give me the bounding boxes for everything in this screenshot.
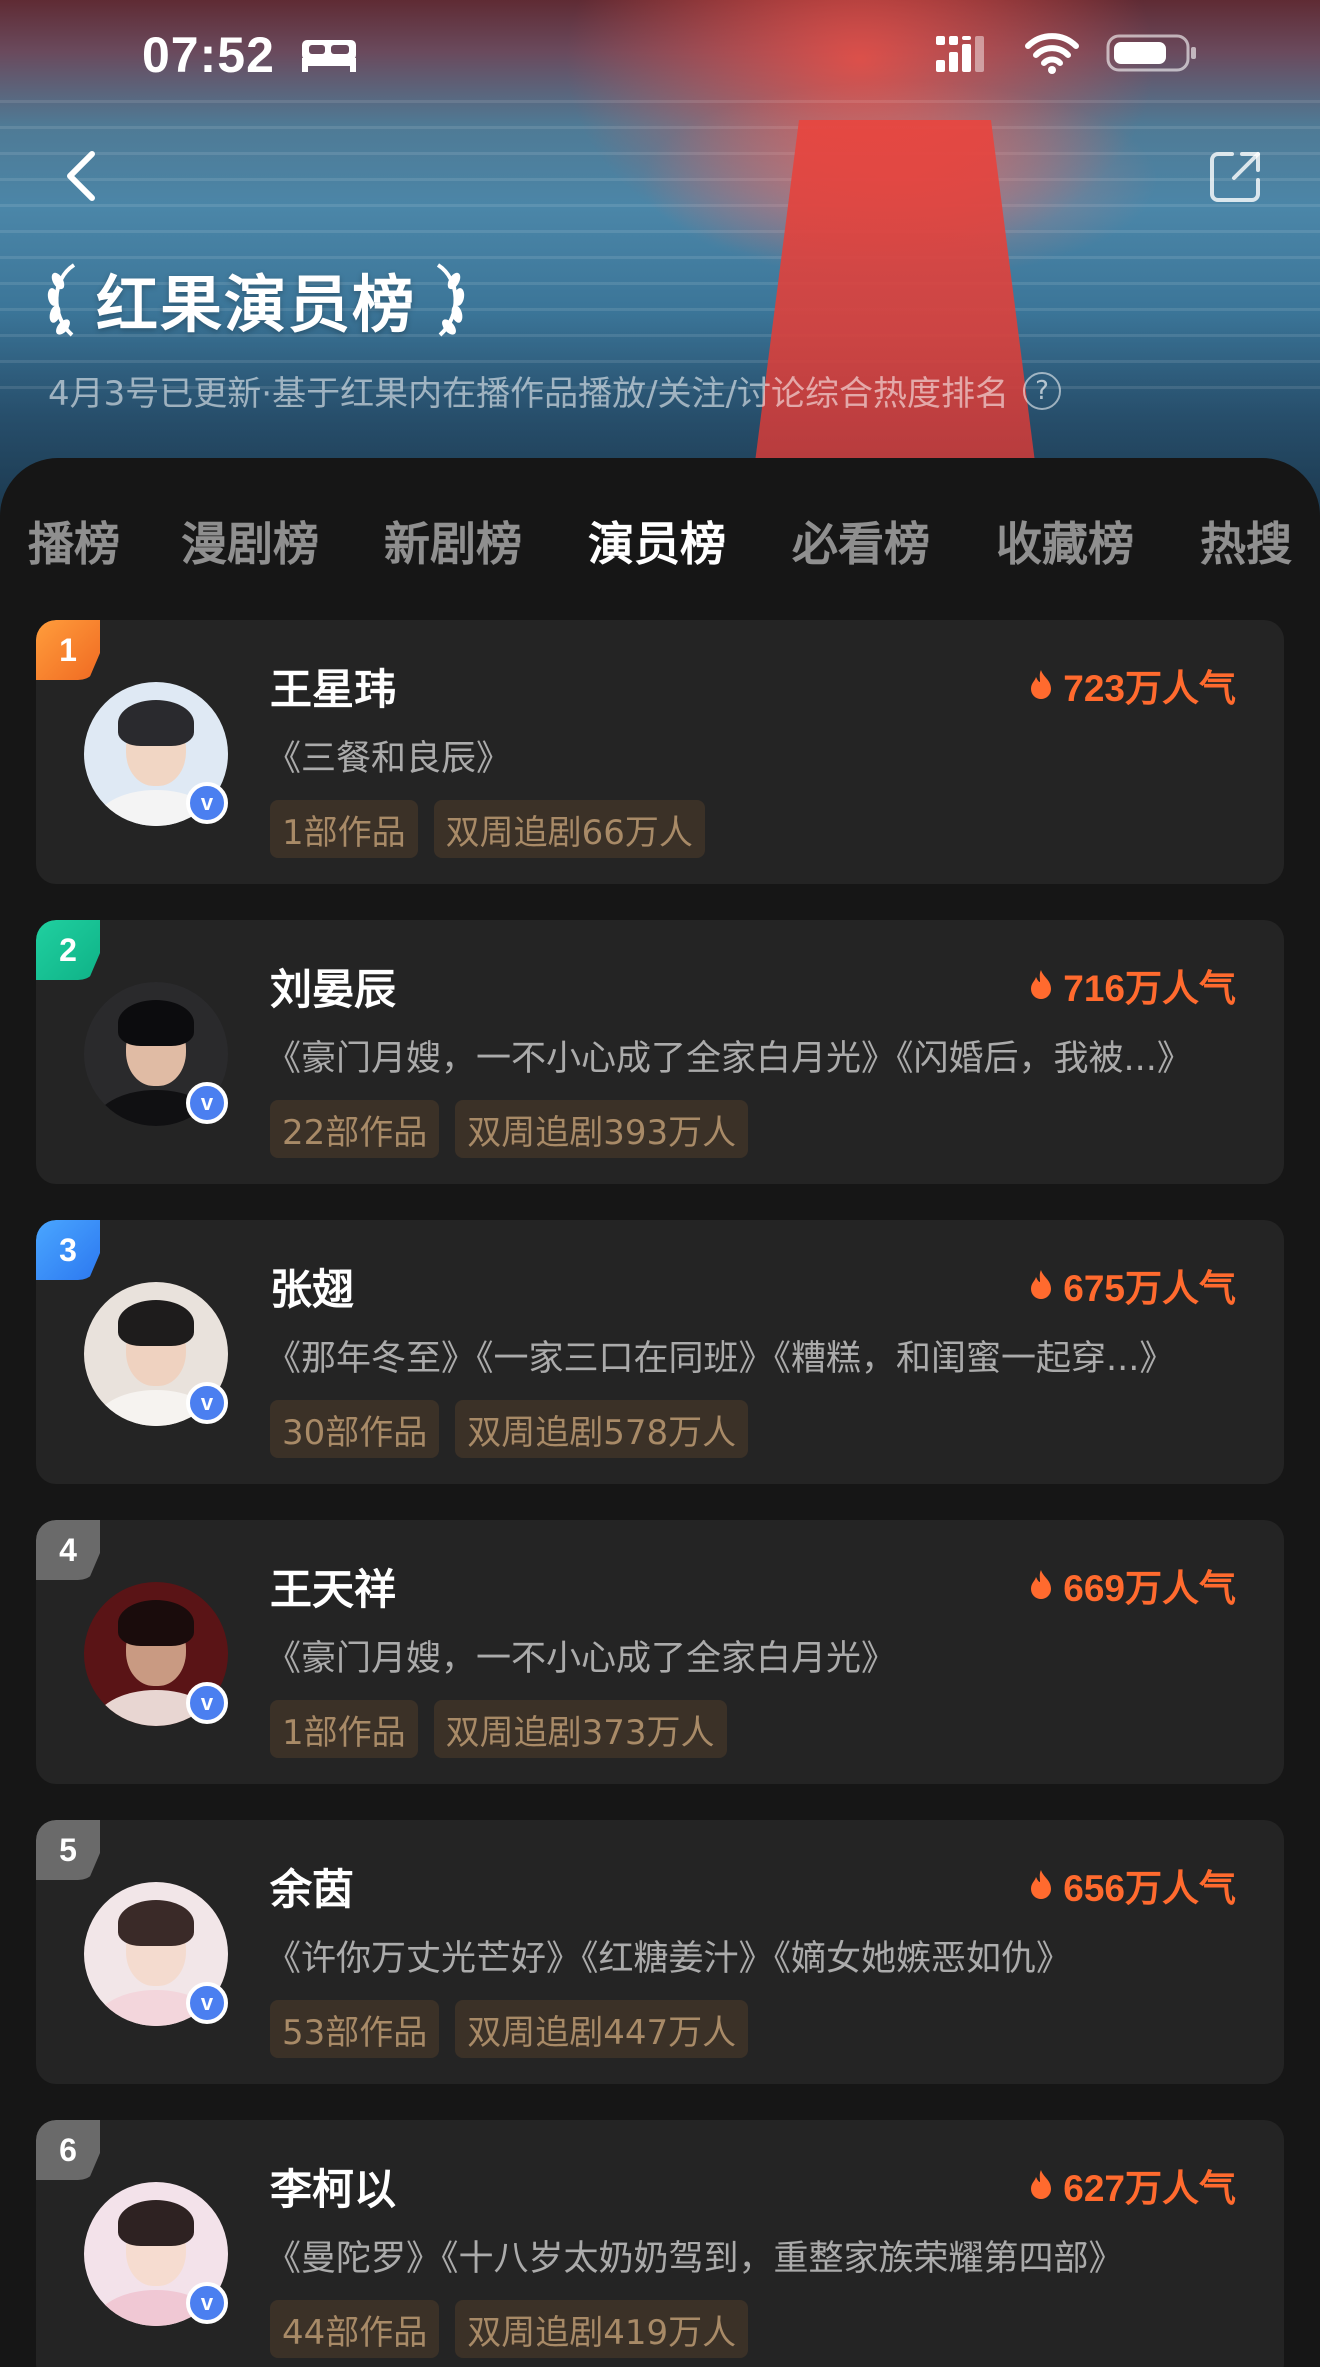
- actor-tags: 22部作品 双周追剧393万人: [270, 1100, 749, 1158]
- verified-icon: v: [186, 1682, 228, 1724]
- actor-card[interactable]: 3 v 张翅 675万人气 《那年冬至》《一家三口在同班》《糟糕，和闺蜜一起穿.…: [36, 1220, 1284, 1484]
- verified-icon: v: [186, 1382, 228, 1424]
- actor-card[interactable]: 1 v 王星玮 723万人气 《三餐和良辰》 1部作品 双周追剧66万人: [36, 620, 1284, 884]
- bed-icon: [302, 40, 356, 72]
- share-icon[interactable]: [1208, 148, 1264, 204]
- laurel-left-icon: [47, 263, 76, 337]
- tab-must-watch-ranking[interactable]: 必看榜: [792, 508, 930, 574]
- actor-name: 王天祥: [270, 1566, 397, 1613]
- followers-tag: 双周追剧393万人: [455, 1100, 749, 1158]
- works-count-tag: 30部作品: [270, 1400, 440, 1458]
- popularity-value: 675万人气: [1063, 1268, 1236, 1309]
- popularity-score: 669万人气: [1029, 1558, 1236, 1612]
- works-count-tag: 44部作品: [270, 2300, 440, 2358]
- actor-tags: 53部作品 双周追剧447万人: [270, 2000, 749, 2058]
- flame-icon: [1031, 2170, 1052, 2199]
- page-title: 红果演员榜: [96, 271, 417, 340]
- actor-card[interactable]: 2 v 刘晏辰 716万人气 《豪门月嫂，一不小心成了全家白月光》《闪婚后，我被…: [36, 920, 1284, 1184]
- popularity-score: 716万人气: [1029, 958, 1236, 1012]
- popularity-value: 627万人气: [1063, 2168, 1236, 2209]
- actor-name: 刘晏辰: [270, 966, 397, 1013]
- page-title-row: 红果演员榜: [42, 254, 470, 344]
- works-count-tag: 1部作品: [270, 800, 418, 858]
- status-bar: 07:52: [0, 0, 1320, 110]
- flame-icon: [1031, 970, 1052, 999]
- flame-icon: [1031, 670, 1052, 699]
- works-count-tag: 53部作品: [270, 2000, 440, 2058]
- tab-play-ranking[interactable]: 播榜: [28, 508, 120, 574]
- actor-works: 《豪门月嫂，一不小心成了全家白月光》《闪婚后，我被...》: [266, 1039, 1192, 1079]
- actor-card[interactable]: 4 v 王天祥 669万人气 《豪门月嫂，一不小心成了全家白月光》 1部作品 双…: [36, 1520, 1284, 1784]
- followers-tag: 双周追剧578万人: [455, 1400, 749, 1458]
- works-count-tag: 1部作品: [270, 1700, 418, 1758]
- actor-tags: 1部作品 双周追剧373万人: [270, 1700, 727, 1758]
- verified-icon: v: [186, 2282, 228, 2324]
- ranking-tabs: 播榜 漫剧榜 新剧榜 演员榜 必看榜 收藏榜 热搜: [0, 458, 1320, 618]
- followers-tag: 双周追剧419万人: [455, 2300, 749, 2358]
- back-arrow-icon[interactable]: [56, 146, 106, 206]
- popularity-score: 675万人气: [1029, 1258, 1236, 1312]
- tab-new-drama-ranking[interactable]: 新剧榜: [384, 508, 522, 574]
- rank-badge: 6: [36, 2120, 100, 2180]
- popularity-value: 669万人气: [1063, 1568, 1236, 1609]
- popularity-value: 656万人气: [1063, 1868, 1236, 1909]
- actor-ranking-list: 1 v 王星玮 723万人气 《三餐和良辰》 1部作品 双周追剧66万人 2 v…: [36, 620, 1284, 2367]
- laurel-right-icon: [436, 263, 465, 337]
- rank-badge: 2: [36, 920, 100, 980]
- status-time: 07:52: [142, 27, 275, 83]
- verified-icon: v: [186, 782, 228, 824]
- actor-avatar[interactable]: v: [84, 2182, 228, 2326]
- actor-name: 余茵: [270, 1866, 355, 1913]
- followers-tag: 双周追剧373万人: [433, 1700, 727, 1758]
- actor-works: 《那年冬至》《一家三口在同班》《糟糕，和闺蜜一起穿...》: [266, 1339, 1175, 1379]
- rank-badge: 5: [36, 1820, 100, 1880]
- actor-card[interactable]: 5 v 余茵 656万人气 《许你万丈光芒好》《红糖姜汁》《嫡女她嫉恶如仇》 5…: [36, 1820, 1284, 2084]
- battery-icon: [1106, 34, 1196, 72]
- followers-tag: 双周追剧447万人: [455, 2000, 749, 2058]
- actor-tags: 1部作品 双周追剧66万人: [270, 800, 705, 858]
- verified-icon: v: [186, 1982, 228, 2024]
- rank-badge: 3: [36, 1220, 100, 1280]
- tab-favorites-ranking[interactable]: 收藏榜: [996, 508, 1134, 574]
- actor-works: 《曼陀罗》《十八岁太奶奶驾到，重整家族荣耀第四部》: [266, 2239, 1124, 2279]
- actor-name: 王星玮: [270, 666, 397, 713]
- tab-comic-drama-ranking[interactable]: 漫剧榜: [181, 508, 319, 574]
- actor-card[interactable]: 6 v 李柯以 627万人气 《曼陀罗》《十八岁太奶奶驾到，重整家族荣耀第四部》…: [36, 2120, 1284, 2367]
- rank-badge: 1: [36, 620, 100, 680]
- flame-icon: [1031, 1570, 1052, 1599]
- actor-avatar[interactable]: v: [84, 1582, 228, 1726]
- actor-works: 《豪门月嫂，一不小心成了全家白月光》: [266, 1639, 897, 1679]
- wifi-icon: [1025, 33, 1079, 74]
- popularity-score: 723万人气: [1029, 658, 1236, 712]
- followers-tag: 双周追剧66万人: [433, 800, 705, 858]
- tab-actor-ranking[interactable]: 演员榜: [588, 508, 726, 574]
- rank-badge: 4: [36, 1520, 100, 1580]
- popularity-value: 716万人气: [1063, 968, 1236, 1009]
- actor-avatar[interactable]: v: [84, 682, 228, 826]
- actor-name: 李柯以: [270, 2166, 397, 2213]
- cellular-signal-icon: [936, 36, 984, 72]
- flame-icon: [1031, 1270, 1052, 1299]
- actor-avatar[interactable]: v: [84, 982, 228, 1126]
- ranking-description: 4月3号已更新·基于红果内在播作品播放/关注/讨论综合热度排名 ?: [48, 366, 1061, 415]
- actor-name: 张翅: [270, 1266, 355, 1313]
- actor-works: 《许你万丈光芒好》《红糖姜汁》《嫡女她嫉恶如仇》: [266, 1939, 1072, 1979]
- actor-works: 《三餐和良辰》: [266, 739, 512, 779]
- actor-avatar[interactable]: v: [84, 1282, 228, 1426]
- popularity-score: 627万人气: [1029, 2158, 1236, 2212]
- ranking-panel: 播榜 漫剧榜 新剧榜 演员榜 必看榜 收藏榜 热搜 1 v 王星玮 723万人气: [0, 458, 1320, 2367]
- popularity-score: 656万人气: [1029, 1858, 1236, 1912]
- works-count-tag: 22部作品: [270, 1100, 440, 1158]
- tab-hot-search[interactable]: 热搜: [1200, 508, 1292, 574]
- help-icon[interactable]: ?: [1022, 371, 1061, 410]
- flame-icon: [1031, 1870, 1052, 1899]
- hero-banner: 07:52 红果演员榜 4月3号已更新·基于红果内在播作品播放/关注/讨论综合热…: [0, 0, 1320, 520]
- actor-avatar[interactable]: v: [84, 1882, 228, 2026]
- verified-icon: v: [186, 1082, 228, 1124]
- actor-tags: 30部作品 双周追剧578万人: [270, 1400, 749, 1458]
- actor-tags: 44部作品 双周追剧419万人: [270, 2300, 749, 2358]
- ranking-description-text: 4月3号已更新·基于红果内在播作品播放/关注/讨论综合热度排名: [48, 374, 1009, 414]
- popularity-value: 723万人气: [1063, 668, 1236, 709]
